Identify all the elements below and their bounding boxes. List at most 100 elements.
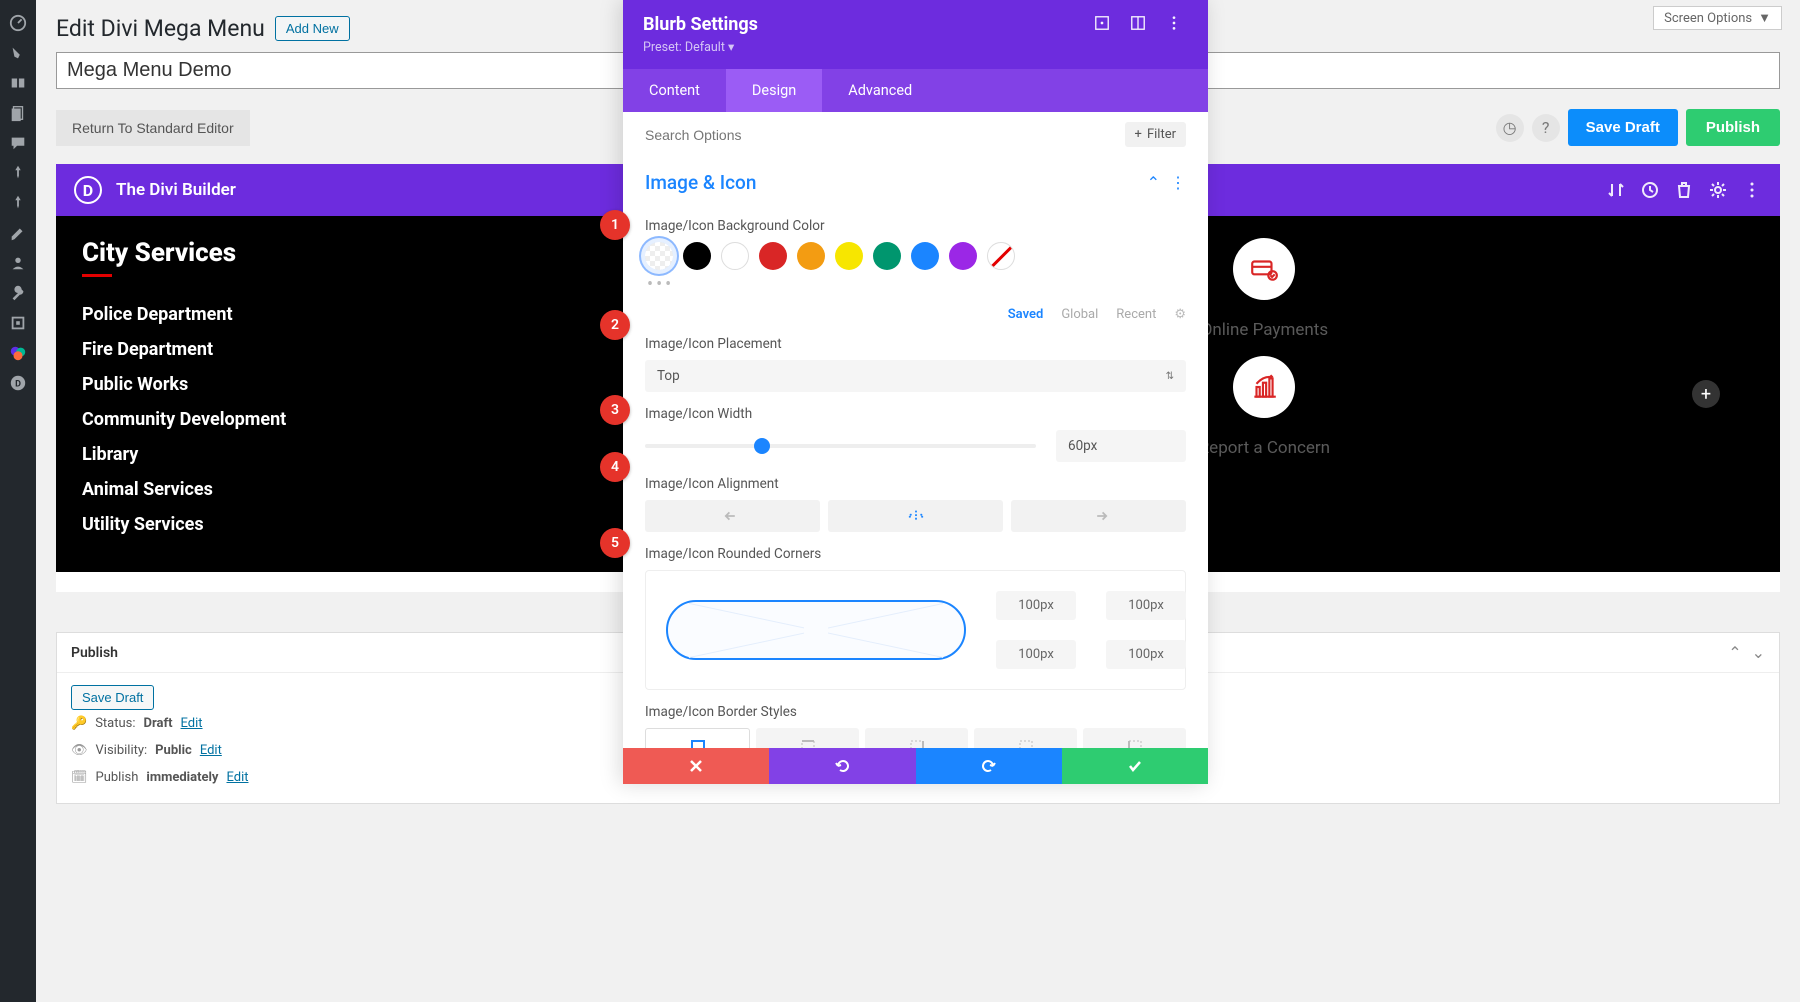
swatch-teal[interactable] <box>873 242 901 270</box>
page-title: Edit Divi Mega Menu <box>56 15 265 42</box>
clock-icon[interactable]: ◷ <box>1496 114 1524 142</box>
publish-date-edit-link[interactable]: Edit <box>226 770 248 785</box>
panel-tabs: Content Design Advanced <box>623 69 1208 112</box>
return-standard-editor-button[interactable]: Return To Standard Editor <box>56 110 250 146</box>
search-options-input[interactable] <box>645 127 1125 143</box>
chevron-up-icon[interactable]: ⌃ <box>1728 643 1741 662</box>
publish-date-value: immediately <box>146 770 218 785</box>
section-title: Image & Icon <box>645 171 1147 194</box>
colors-global-tab[interactable]: Global <box>1061 307 1098 322</box>
slider-thumb[interactable] <box>754 438 770 454</box>
align-center-button[interactable] <box>828 500 1003 532</box>
corners-label: Image/Icon Rounded Corners <box>645 546 1186 562</box>
pin2-icon[interactable] <box>0 188 36 218</box>
status-edit-link[interactable]: Edit <box>181 716 203 731</box>
add-new-button[interactable]: Add New <box>275 16 350 41</box>
swatch-none[interactable] <box>987 242 1015 270</box>
placement-select[interactable]: Top ⇅ <box>645 360 1186 392</box>
users-icon[interactable] <box>0 248 36 278</box>
align-right-button[interactable] <box>1011 500 1186 532</box>
color-swatches <box>645 242 1186 270</box>
swatch-purple[interactable] <box>949 242 977 270</box>
section-kebab-icon[interactable]: ⋮ <box>1170 173 1186 192</box>
preset-selector[interactable]: Preset: Default ▾ <box>643 39 1188 55</box>
copilot-icon[interactable] <box>0 338 36 368</box>
swatch-blue[interactable] <box>911 242 939 270</box>
tab-design[interactable]: Design <box>726 69 822 112</box>
border-all-button[interactable] <box>645 728 750 748</box>
divi-logo-icon: D <box>74 176 102 204</box>
tab-advanced[interactable]: Advanced <box>822 69 938 112</box>
width-slider[interactable] <box>645 444 1036 448</box>
corner-bottom-left-input[interactable]: 100px <box>996 640 1076 669</box>
corner-bottom-right-input[interactable]: 100px <box>1106 640 1186 669</box>
cancel-button[interactable] <box>623 748 769 784</box>
screen-options-button[interactable]: Screen Options ▼ <box>1653 6 1782 30</box>
appearance-icon[interactable] <box>0 218 36 248</box>
border-left-button[interactable] <box>1083 728 1186 748</box>
publish-button[interactable]: Publish <box>1686 109 1780 146</box>
filter-button[interactable]: +Filter <box>1125 122 1186 147</box>
tools-icon[interactable] <box>0 278 36 308</box>
swatch-white[interactable] <box>721 242 749 270</box>
heading-underline <box>82 274 112 277</box>
kebab-icon[interactable] <box>1166 15 1188 35</box>
border-right-button[interactable] <box>865 728 968 748</box>
chevron-down-icon[interactable]: ⌄ <box>1752 643 1765 662</box>
callout-3: 3 <box>600 395 630 425</box>
publish-date-label: Publish <box>96 770 139 785</box>
align-label: Image/Icon Alignment <box>645 476 1186 492</box>
align-left-button[interactable] <box>645 500 820 532</box>
key-icon: 🔑 <box>71 716 87 731</box>
redo-button[interactable] <box>916 748 1062 784</box>
sort-icon[interactable] <box>1606 180 1626 200</box>
divi-icon[interactable]: D <box>0 368 36 398</box>
dashboard-icon[interactable] <box>0 8 36 38</box>
swatch-yellow[interactable] <box>835 242 863 270</box>
link-corners-toggle[interactable] <box>666 600 966 660</box>
corners-control: 100px 100px 100px 100px <box>645 570 1186 690</box>
width-label: Image/Icon Width <box>645 406 1186 422</box>
more-colors-icon[interactable]: ••• <box>645 270 1186 299</box>
eye-icon: 👁 <box>71 743 88 758</box>
border-top-button[interactable] <box>756 728 859 748</box>
add-module-button[interactable]: + <box>1692 380 1720 408</box>
callout-1: 1 <box>600 210 630 240</box>
tab-content[interactable]: Content <box>623 69 726 112</box>
callout-2: 2 <box>600 310 630 340</box>
pages-icon[interactable] <box>0 98 36 128</box>
svg-text:D: D <box>15 380 21 390</box>
post-icon[interactable] <box>0 38 36 68</box>
colors-recent-tab[interactable]: Recent <box>1116 307 1156 322</box>
colors-saved-tab[interactable]: Saved <box>1008 307 1044 322</box>
border-bottom-button[interactable] <box>974 728 1077 748</box>
save-draft-button[interactable]: Save Draft <box>1568 109 1678 146</box>
width-value-input[interactable]: 60px <box>1056 430 1186 462</box>
plugin-icon[interactable] <box>0 308 36 338</box>
confirm-button[interactable] <box>1062 748 1208 784</box>
undo-button[interactable] <box>769 748 915 784</box>
swatch-selected[interactable] <box>645 242 673 270</box>
callout-5: 5 <box>600 528 630 558</box>
history-icon[interactable] <box>1640 180 1660 200</box>
dock-icon[interactable] <box>1130 15 1152 35</box>
expand-icon[interactable] <box>1094 15 1116 35</box>
kebab-icon[interactable] <box>1742 180 1762 200</box>
gear-icon[interactable] <box>1708 180 1728 200</box>
save-draft-box-button[interactable]: Save Draft <box>71 685 154 710</box>
comments-icon[interactable] <box>0 128 36 158</box>
swatch-orange[interactable] <box>797 242 825 270</box>
visibility-edit-link[interactable]: Edit <box>200 743 222 758</box>
corner-top-right-input[interactable]: 100px <box>1106 591 1186 620</box>
border-label: Image/Icon Border Styles <box>645 704 1186 720</box>
collapse-icon[interactable]: ⌃ <box>1147 173 1160 192</box>
blurb-label: Report a Concern <box>1199 438 1330 458</box>
help-icon[interactable]: ? <box>1532 114 1560 142</box>
trash-icon[interactable] <box>1674 180 1694 200</box>
swatch-black[interactable] <box>683 242 711 270</box>
corner-top-left-input[interactable]: 100px <box>996 591 1076 620</box>
media-icon[interactable] <box>0 68 36 98</box>
pin-icon[interactable] <box>0 158 36 188</box>
gear-small-icon[interactable]: ⚙ <box>1174 307 1186 322</box>
swatch-red[interactable] <box>759 242 787 270</box>
